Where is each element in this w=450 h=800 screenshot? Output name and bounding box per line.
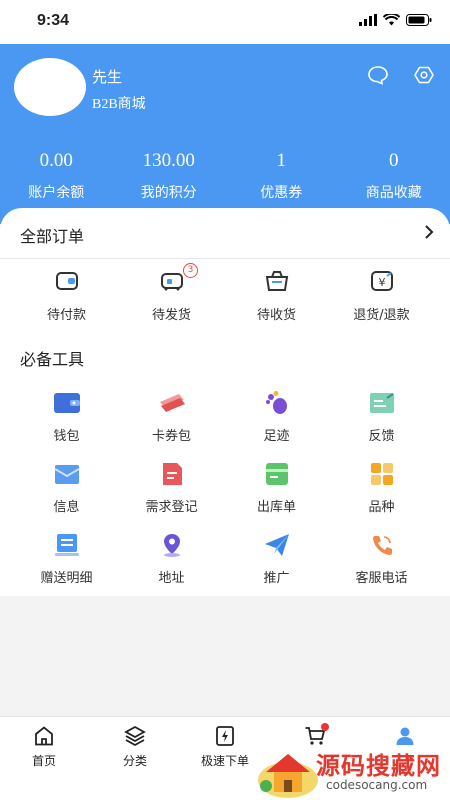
tools-title: 必备工具	[20, 350, 85, 369]
tool-feedback[interactable]: 反馈	[329, 390, 434, 461]
order-label: 退货/退款	[353, 308, 410, 323]
all-orders-link[interactable]: 全部订单	[0, 208, 450, 258]
order-label: 待付款	[46, 308, 86, 323]
tool-label: 出库单	[256, 500, 296, 515]
nav-categories[interactable]: 分类	[95, 725, 175, 769]
chevron-right-icon	[425, 225, 434, 239]
truck-icon	[160, 273, 183, 291]
tool-coupons[interactable]: 卡券包	[119, 390, 224, 461]
mail-icon	[53, 465, 80, 484]
stat-value: 130.00	[142, 150, 195, 171]
order-pending-payment[interactable]: 待付款	[14, 268, 119, 323]
tool-label: 反馈	[368, 429, 395, 444]
shop-name: B2B商城	[92, 97, 146, 112]
tool-label: 地址	[158, 571, 185, 586]
tool-label: 推广	[263, 571, 290, 586]
tool-label: 卡券包	[151, 429, 191, 444]
order-status-row: 待付款 3 待发货 待收货 ¥ 退货/退款	[0, 263, 450, 323]
tool-label: 钱包	[53, 429, 80, 444]
avatar[interactable]	[14, 58, 86, 116]
wallet-icon	[53, 393, 80, 413]
tool-wallet[interactable]: 钱包	[14, 390, 119, 461]
profile-header: 先生 B2B商城 0.00 账户余额 130.00 我的积分 1 优惠券 0 商品收藏	[0, 44, 450, 224]
status-icons	[359, 14, 432, 26]
order-pending-shipment[interactable]: 3 待发货	[119, 263, 224, 323]
cart-badge	[321, 723, 329, 731]
stat-label: 商品收藏	[365, 185, 422, 201]
order-label: 待收货	[256, 308, 296, 323]
content-card: 全部订单 待付款 3 待发货 待收货 ¥ 退货/退款 必备工具 钱包 卡券包 足…	[0, 208, 450, 596]
signal-icon	[359, 14, 377, 26]
home-icon	[35, 726, 53, 746]
wifi-icon	[383, 14, 400, 26]
tool-label: 信息	[53, 500, 80, 515]
stat-label: 账户余额	[28, 185, 85, 201]
status-time: 9:34	[37, 12, 70, 29]
wallet-icon	[55, 272, 78, 290]
order-refund[interactable]: ¥ 退货/退款	[329, 268, 434, 323]
tool-demand-registration[interactable]: 需求登记	[119, 461, 224, 532]
stat-coupons[interactable]: 1 优惠券	[225, 150, 338, 202]
divider	[0, 258, 450, 259]
tool-address[interactable]: 地址	[119, 532, 224, 603]
order-label: 待发货	[151, 308, 191, 323]
tool-label: 足迹	[263, 429, 290, 444]
list-icon	[54, 534, 79, 556]
watermark-title: 源码搜藏网	[316, 752, 441, 780]
battery-icon	[406, 14, 432, 26]
stat-value: 1	[276, 150, 287, 171]
watermark-url: codesocang.com	[326, 778, 428, 792]
stat-value: 0.00	[39, 150, 73, 171]
stat-balance[interactable]: 0.00 账户余额	[0, 150, 113, 202]
grid-icon	[370, 463, 393, 485]
status-bar: 9:34	[0, 0, 450, 44]
account-stats: 0.00 账户余额 130.00 我的积分 1 优惠券 0 商品收藏	[0, 150, 450, 202]
stat-label: 我的积分	[140, 185, 197, 201]
tool-outbound-order[interactable]: 出库单	[224, 461, 329, 532]
stat-favorites[interactable]: 0 商品收藏	[338, 150, 450, 202]
tool-label: 品种	[368, 500, 395, 515]
document-icon	[162, 463, 182, 485]
feedback-icon	[369, 393, 394, 413]
send-icon	[264, 534, 289, 556]
user-icon	[396, 727, 414, 745]
nav-label: 极速下单	[200, 754, 249, 768]
notification-badge: 3	[183, 263, 198, 278]
tool-gift-details[interactable]: 赠送明细	[14, 532, 119, 603]
message-icon[interactable]	[367, 64, 389, 86]
tool-varieties[interactable]: 品种	[329, 461, 434, 532]
form-icon	[265, 463, 288, 485]
svg-text:¥: ¥	[378, 276, 385, 289]
tool-footprint[interactable]: 足迹	[224, 390, 329, 461]
tool-label: 需求登记	[145, 500, 198, 515]
ticket-icon	[159, 394, 185, 412]
nav-label: 分类	[122, 754, 147, 768]
orders-title: 全部订单	[20, 227, 85, 246]
tools-grid: 钱包 卡券包 足迹 反馈 信息 需求登记 出库单 品种 赠送明细 地址 推广 客…	[0, 390, 450, 603]
nav-quick-order[interactable]: 极速下单	[185, 725, 265, 769]
settings-icon[interactable]	[413, 64, 435, 86]
tool-label: 赠送明细	[40, 571, 93, 586]
stat-label: 优惠券	[260, 185, 303, 201]
footprint-icon	[265, 391, 287, 414]
location-icon	[163, 534, 180, 557]
lightning-icon	[216, 726, 234, 746]
tool-customer-service[interactable]: 客服电话	[329, 532, 434, 603]
refund-icon: ¥	[370, 271, 393, 291]
tool-messages[interactable]: 信息	[14, 461, 119, 532]
nav-label: 首页	[31, 754, 56, 768]
basket-icon	[265, 271, 288, 291]
nav-home[interactable]: 首页	[4, 725, 84, 769]
user-name: 先生	[92, 68, 123, 86]
layers-icon	[124, 725, 146, 747]
tool-label: 客服电话	[355, 571, 408, 586]
tool-promotion[interactable]: 推广	[224, 532, 329, 603]
order-pending-receipt[interactable]: 待收货	[224, 268, 329, 323]
stat-value: 0	[389, 150, 399, 171]
phone-icon	[372, 536, 392, 555]
stat-points[interactable]: 130.00 我的积分	[113, 150, 226, 202]
